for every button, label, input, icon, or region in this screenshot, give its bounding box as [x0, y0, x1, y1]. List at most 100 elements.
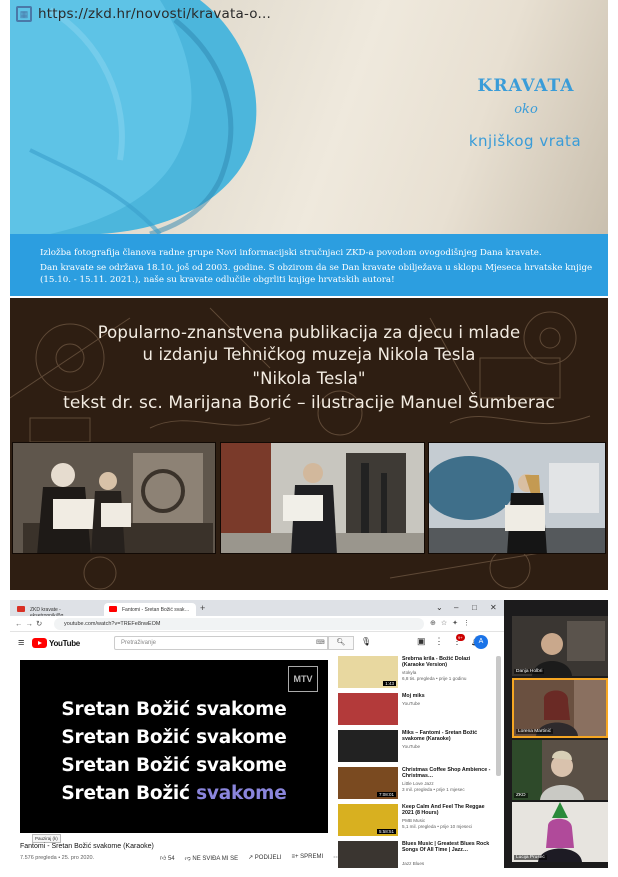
tab-fantomi[interactable]: Fantomi - Sretan Božić svak…	[104, 603, 196, 616]
tie-photo: ▦ https://zkd.hr/novosti/kravata-o... KR…	[10, 0, 608, 234]
duration: 5:58:51	[376, 829, 396, 834]
site-logo-icon: ▦	[16, 6, 32, 22]
title-oko: oko	[514, 102, 538, 117]
recommendation-card[interactable]: Moj miks YouTube	[338, 693, 496, 725]
address-input[interactable]: youtube.com/watch?v=TREFe8nwEOM	[54, 618, 424, 630]
recommendation-card[interactable]: Miks – Fantomi - Sretan Božić svakome (K…	[338, 730, 496, 762]
tab-strip: ZKD kravate - eksetropnik@g… Fantomi - S…	[10, 600, 504, 619]
new-tab-button[interactable]: +	[200, 603, 205, 613]
card-title: Srebrna krila - Božić Dolazi (Karaoke Ve…	[402, 656, 471, 669]
recommendations-list: 1:43 Srebrna krila - Božić Dolazi (Karao…	[338, 656, 496, 868]
publication-line-1: Popularno-znanstvena publikacija za djec…	[97, 323, 521, 342]
lyric-line-4-start: Sretan Božić	[61, 783, 197, 804]
card-title: Moj miks	[402, 693, 425, 699]
publication-title: "Nikola Tesla"	[252, 369, 366, 388]
youtube-header: ≡ YouTube Pretraživanje ⌨ 🔍︎ 🎙︎ ▣⋮⋮🔔︎ 9+…	[10, 632, 504, 654]
tab-label: Fantomi - Sretan Božić svak…	[122, 607, 190, 613]
card-title: Christmas Coffee Shop Ambience - Christm…	[402, 767, 491, 780]
duration: 1:43	[383, 681, 396, 686]
maximize-icon[interactable]: □	[472, 603, 477, 612]
keyboard-icon[interactable]: ⌨	[316, 639, 325, 646]
mtv-logo: MTV	[288, 666, 318, 692]
caption-line-2: Dan kravate se održava 18.10. još od 200…	[40, 263, 593, 286]
recommendation-card[interactable]: 7:08:01 Christmas Coffee Shop Ambience -…	[338, 767, 496, 799]
tab-search-icon[interactable]: ⌄	[436, 603, 443, 612]
avatar[interactable]: A	[474, 635, 488, 649]
recommendation-card[interactable]: 5:58:51 Keep Calm And Feel The Reggae 20…	[338, 804, 496, 836]
card-channel: YouTube	[402, 701, 421, 706]
participant-name: Lucija Prusec	[514, 855, 547, 860]
participant-tile[interactable]: Lucija Prusec	[512, 802, 608, 862]
search-button[interactable]: 🔍︎	[328, 636, 354, 650]
card-meta: 3 mil. pregleda • prije 1 mjesec	[402, 787, 465, 792]
publication-authors: tekst dr. sc. Marijana Borić – ilustraci…	[63, 393, 555, 413]
like-button[interactable]: 👍︎ 54	[160, 854, 175, 862]
video-actions: 👍︎ 54 👎︎ NE SVIĐA MI SE ↗ PODIJELI ≡+ SP…	[160, 854, 339, 862]
like-count: 54	[167, 856, 175, 862]
video-call-screen-share: ZKD kravate - eksetropnik@g… Fantomi - S…	[10, 600, 608, 868]
participant-tile[interactable]: Danja Holbri	[512, 616, 608, 676]
recommendation-card[interactable]: 1:43 Srebrna krila - Božić Dolazi (Karao…	[338, 656, 496, 688]
card-channel: Little Love Jazz	[402, 781, 434, 786]
video-player[interactable]: Sretan Božić svakome Sretan Božić svakom…	[20, 660, 328, 833]
url-bar[interactable]: ▦ https://zkd.hr/novosti/kravata-o...	[16, 4, 271, 24]
share-label: PODIJELI	[254, 855, 282, 861]
card-meta: 6,8 tis. pregleda • prije 1 godinu	[402, 676, 467, 681]
card-channel: YouTube	[402, 744, 421, 749]
lyric-line-1: Sretan Božić svakome	[61, 699, 287, 720]
lyric-highlight: svakome	[196, 783, 287, 804]
youtube-play-icon	[32, 638, 47, 648]
thumbnail: 1:43	[338, 656, 398, 688]
save-button[interactable]: ≡+ SPREMI	[291, 854, 323, 862]
recommendation-card[interactable]: Blues Music | Greatest Blues Rock Songs …	[338, 841, 496, 868]
video-meta: 7.576 pregleda • 25. pro 2020.	[20, 855, 95, 861]
save-label: SPREMI	[300, 854, 324, 860]
reader-video-2	[220, 442, 425, 554]
card-title: Miks – Fantomi - Sretan Božić svakome (K…	[402, 730, 478, 743]
participant-tile-active[interactable]: Lorena Martinić	[512, 678, 608, 738]
card-title: Keep Calm And Feel The Reggae 2021 (8 Ho…	[402, 804, 485, 817]
participant-name: Danja Holbri	[514, 669, 545, 674]
gmail-icon	[17, 606, 25, 612]
card-meta: 5,1 mil. pregleda • prije 10 mjeseci	[402, 824, 473, 829]
tab-zkd-kravate[interactable]: ZKD kravate - eksetropnik@g…	[12, 603, 104, 619]
search-input[interactable]: Pretraživanje	[114, 636, 328, 650]
card-channel: vtokyla	[402, 670, 417, 675]
minimize-icon[interactable]: –	[454, 603, 458, 612]
lyric-line-2: Sretan Božić svakome	[61, 727, 287, 748]
duration: 7:08:01	[376, 792, 396, 797]
tesla-video-panel: Popularno-znanstvena publikacija za djec…	[10, 298, 608, 590]
extension-icons[interactable]: ⊕☆✦⋮	[430, 619, 475, 627]
thumbnail	[338, 730, 398, 762]
title-knjiskog-vrata: knjiškog vrata	[468, 132, 582, 150]
card-channel: Jazz Blues	[402, 861, 425, 866]
youtube-wordmark: YouTube	[49, 638, 80, 648]
thumbnail: 5:58:51	[338, 804, 398, 836]
caption-line-1: Izložba fotografija članova radne grupe …	[40, 248, 542, 258]
thumbnail	[338, 841, 398, 868]
kravata-news-panel: ▦ https://zkd.hr/novosti/kravata-o... KR…	[10, 0, 608, 296]
menu-icon[interactable]: ≡	[18, 637, 24, 649]
reader-video-1	[12, 442, 216, 554]
lyric-line-4: Sretan Božić svakome	[20, 783, 328, 804]
youtube-icon	[109, 606, 117, 612]
mic-icon[interactable]: 🎙︎	[361, 637, 371, 646]
pause-tooltip: Pauziraj (k)	[32, 834, 61, 843]
scrollbar[interactable]	[496, 656, 501, 776]
blue-shirt-collar-image	[10, 0, 257, 234]
caption-bar: Izložba fotografija članova radne grupe …	[10, 234, 608, 296]
youtube-logo[interactable]: YouTube	[32, 638, 80, 648]
dislike-button[interactable]: 👎︎ NE SVIĐA MI SE	[185, 854, 238, 862]
video-title: Fantomi - Sretan Božić svakome (Karaoke)	[20, 843, 154, 850]
browser-window: ZKD kravate - eksetropnik@g… Fantomi - S…	[10, 600, 504, 868]
share-button[interactable]: ↗ PODIJELI	[248, 854, 281, 862]
dislike-label: NE SVIĐA MI SE	[192, 856, 239, 862]
thumbnail: 7:08:01	[338, 767, 398, 799]
participant-name: Lorena Martinić	[516, 729, 554, 734]
card-title: Blues Music | Greatest Blues Rock Songs …	[402, 841, 490, 854]
notification-badge: 9+	[456, 634, 465, 641]
close-icon[interactable]: ✕	[490, 603, 497, 612]
participant-name: ZKD	[514, 793, 528, 798]
nav-buttons[interactable]: ←→↻	[15, 619, 45, 628]
participant-tile[interactable]: ZKD	[512, 740, 608, 800]
